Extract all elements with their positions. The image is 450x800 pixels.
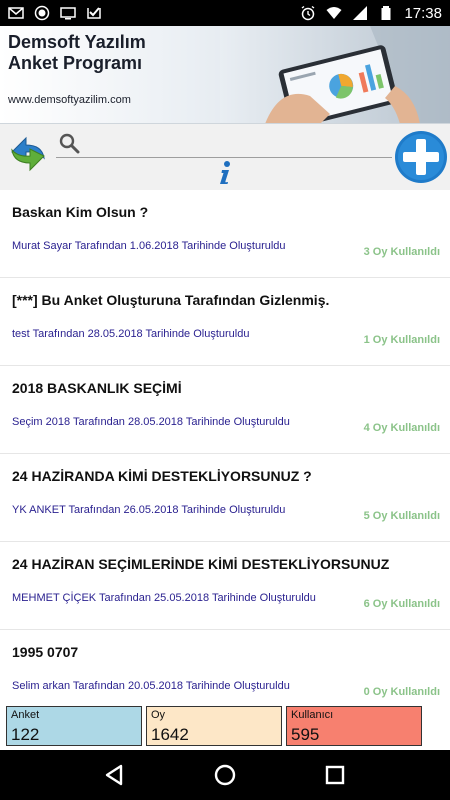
survey-list: Baskan Kim Olsun ? Murat Sayar Tarafında…: [0, 190, 450, 704]
banner-title: Demsoft Yazılım Anket Programı: [8, 32, 146, 74]
survey-vote-count: 6 Oy Kullanıldı: [363, 598, 440, 610]
app-banner: Demsoft Yazılım Anket Programı www.demso…: [0, 26, 450, 124]
alarm-icon: [302, 5, 315, 21]
wifi-icon: [326, 7, 342, 19]
refresh-button[interactable]: [6, 132, 50, 176]
stat-votes: Oy 1642: [146, 706, 282, 746]
stat-value: 122: [11, 725, 40, 744]
survey-list-item[interactable]: 2018 BASKANLIK SEÇİMİ Seçim 2018 Tarafın…: [0, 366, 450, 454]
survey-list-item[interactable]: Baskan Kim Olsun ? Murat Sayar Tarafında…: [0, 190, 450, 278]
stat-label: Oy: [151, 709, 166, 721]
banner-title-line1: Demsoft Yazılım: [8, 32, 146, 52]
search-input[interactable]: [56, 130, 392, 158]
system-icons: 17:38: [300, 5, 442, 22]
survey-title: Baskan Kim Olsun ?: [12, 204, 149, 220]
survey-creator-info: Seçim 2018 Tarafından 28.05.2018 Tarihin…: [12, 416, 290, 428]
survey-title: 2018 BASKANLIK SEÇİMİ: [12, 380, 182, 396]
survey-title: 24 HAZİRANDA KİMİ DESTEKLİYORSUNUZ ?: [12, 468, 312, 484]
stat-users: Kullanıcı 595: [286, 706, 422, 746]
stat-surveys: Anket 122: [6, 706, 142, 746]
survey-vote-count: 1 Oy Kullanıldı: [363, 334, 440, 346]
survey-vote-count: 3 Oy Kullanıldı: [363, 246, 440, 258]
tablet-hand-illustration: [220, 26, 450, 123]
status-bar: 17:38: [0, 0, 450, 26]
status-time: 17:38: [404, 4, 442, 22]
banner-url: www.demsoftyazilim.com: [8, 94, 131, 106]
survey-title: 24 HAZİRAN SEÇİMLERİNDE KİMİ DESTEKLİYOR…: [12, 556, 390, 572]
stat-value: 595: [291, 725, 320, 744]
stat-label: Kullanıcı: [291, 709, 334, 721]
survey-list-item[interactable]: [***] Bu Anket Oluşturuna Tarafından Giz…: [0, 278, 450, 366]
record-icon: [34, 5, 50, 21]
home-icon[interactable]: [211, 761, 239, 789]
survey-vote-count: 5 Oy Kullanıldı: [363, 510, 440, 522]
survey-creator-info: MEHMET ÇİÇEK Tarafından 25.05.2018 Tarih…: [12, 592, 316, 604]
search-icon[interactable]: [58, 132, 80, 154]
checkmark-app-icon: [87, 7, 101, 19]
stat-label: Anket: [11, 709, 40, 721]
info-icon[interactable]: [214, 160, 236, 186]
survey-list-item[interactable]: 24 HAZİRAN SEÇİMLERİNDE KİMİ DESTEKLİYOR…: [0, 542, 450, 630]
survey-vote-count: 4 Oy Kullanıldı: [363, 422, 440, 434]
gmail-icon: [8, 7, 24, 19]
banner-title-line2: Anket Programı: [8, 53, 143, 73]
back-icon[interactable]: [101, 761, 129, 789]
survey-list-item[interactable]: 24 HAZİRANDA KİMİ DESTEKLİYORSUNUZ ? YK …: [0, 454, 450, 542]
recents-icon[interactable]: [321, 761, 349, 789]
add-survey-button[interactable]: [394, 130, 448, 184]
battery-icon: [381, 6, 391, 20]
survey-creator-info: YK ANKET Tarafından 26.05.2018 Tarihinde…: [12, 504, 286, 516]
survey-title: 1995 0707: [12, 644, 79, 660]
survey-vote-count: 0 Oy Kullanıldı: [363, 686, 440, 698]
notification-icons: [8, 5, 102, 21]
survey-creator-info: Selim arkan Tarafından 20.05.2018 Tarihi…: [12, 680, 290, 692]
survey-list-item[interactable]: 1995 0707 Selim arkan Tarafından 20.05.2…: [0, 630, 450, 704]
survey-title: [***] Bu Anket Oluşturuna Tarafından Giz…: [12, 292, 330, 308]
screen-icon: [60, 7, 76, 20]
survey-creator-info: test Tarafından 28.05.2018 Tarihinde Olu…: [12, 328, 250, 340]
stat-value: 1642: [151, 725, 189, 744]
stats-bar: Anket 122 Oy 1642 Kullanıcı 595: [0, 704, 450, 748]
signal-icon: [353, 6, 368, 20]
survey-creator-info: Murat Sayar Tarafından 1.06.2018 Tarihin…: [12, 240, 286, 252]
navigation-bar: [0, 750, 450, 800]
